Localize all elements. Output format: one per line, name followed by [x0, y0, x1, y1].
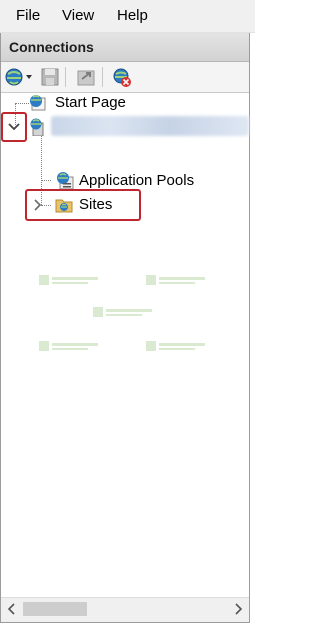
toolbar-separator — [102, 67, 103, 87]
watermark-logo — [146, 341, 205, 351]
application-pools-label: Application Pools — [79, 172, 195, 189]
start-page-icon — [30, 95, 46, 111]
menu-bar: File View Help — [0, 0, 255, 33]
panel-title: Connections — [9, 39, 94, 55]
highlight-sites-box — [25, 189, 141, 221]
connections-tree: Start Page Application Pools Sites — [1, 93, 249, 598]
start-page-label: Start Page — [55, 94, 126, 111]
menu-help[interactable]: Help — [117, 7, 148, 25]
watermark-logo — [39, 275, 98, 285]
disconnect-icon — [113, 68, 131, 87]
watermark-logo — [39, 341, 98, 351]
panel-header: Connections — [1, 33, 249, 62]
toolbar-separator — [65, 67, 66, 87]
menu-view[interactable]: View — [62, 7, 94, 25]
application-pools-icon — [57, 172, 74, 190]
connect-globe-icon — [5, 68, 32, 86]
tree-connector — [41, 180, 51, 181]
menu-file[interactable]: File — [16, 7, 40, 25]
scroll-right-arrow-icon[interactable] — [229, 600, 247, 618]
export-button[interactable] — [75, 66, 97, 88]
scroll-left-arrow-icon[interactable] — [3, 600, 21, 618]
horizontal-scrollbar[interactable] — [1, 597, 249, 622]
connections-toolbar — [1, 62, 249, 93]
watermark-logo — [146, 275, 205, 285]
watermark-logo — [93, 307, 152, 317]
connections-panel: Connections Start Page Application Pools… — [0, 33, 250, 623]
connect-button[interactable] — [4, 66, 34, 88]
highlight-expand-box — [1, 112, 27, 142]
export-icon — [77, 70, 95, 86]
save-button[interactable] — [39, 66, 61, 88]
server-name-redacted — [51, 116, 249, 136]
tree-connector — [15, 103, 29, 104]
save-icon — [41, 68, 59, 86]
scrollbar-thumb[interactable] — [23, 602, 87, 616]
disconnect-button[interactable] — [111, 66, 133, 88]
server-icon — [30, 118, 44, 136]
